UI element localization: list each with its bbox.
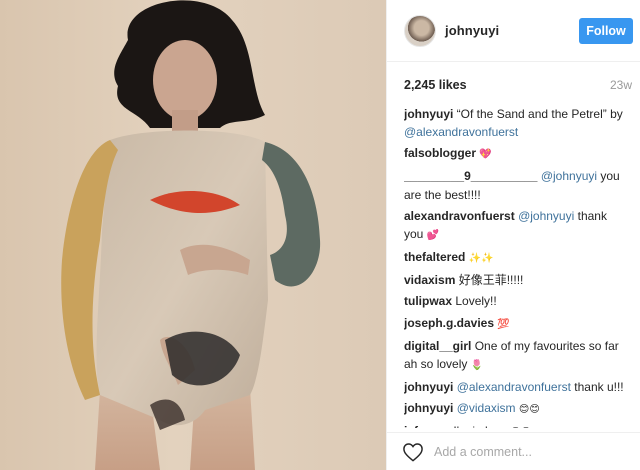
comment-text: Lovely!! [452,294,497,309]
comment-mention-link[interactable]: @alexandravonfuerst [457,380,571,394]
post-meta: 2,245 likes 23w [404,76,632,94]
comment-mention-link[interactable]: @alexandravonfuerst [404,125,518,139]
comment-username[interactable]: tulipwax [404,294,452,308]
post-age[interactable]: 23w [610,78,632,92]
comment-emoji: ✨✨ [465,253,494,265]
post-author-username[interactable]: johnyuyi [445,23,579,38]
post-header: johnyuyi Follow [387,0,640,62]
avatar[interactable] [404,14,436,47]
comment-mention-link[interactable]: @vidaxism [457,401,516,415]
comment-text: 好像王菲!!!!! [455,273,524,288]
post-sidebar: johnyuyi Follow 2,245 likes 23w johnyuyi… [386,0,640,470]
comment: vidaxism 好像王菲!!!!! [404,271,626,289]
comment: alexandravonfuerst @johnyuyi thank you 💕 [404,207,626,246]
comment-username[interactable]: vidaxism [404,273,455,287]
comment-emoji: 😍😍 [510,427,531,428]
comment-text: “Of the Sand and the Petrel” by [453,107,623,121]
comment: ivfrnces I'm in love 😍😍 [404,422,626,428]
comment-username[interactable]: digital__girl [404,339,471,353]
comment: johnyuyi @alexandravonfuerst thank u!!! [404,378,626,396]
comment-text: thank u!!! [570,380,624,395]
comment: joseph.g.davies 💯 [404,314,626,334]
add-comment-input[interactable] [434,444,624,459]
comment-emoji: 🌷 [470,359,484,371]
instagram-post: johnyuyi Follow 2,245 likes 23w johnyuyi… [0,0,640,470]
comment-username[interactable]: ivfrnces [404,424,450,428]
comment-username[interactable]: johnyuyi [404,380,453,394]
post-photo[interactable] [0,0,386,470]
comment-username[interactable]: joseph.g.davies [404,316,494,330]
comment-emoji: 💖 [476,149,492,161]
post-photo-illustration [61,0,321,470]
comment: falsoblogger 💖 [404,144,626,164]
add-comment-bar [387,432,640,470]
like-count[interactable]: 2,245 likes [404,78,467,92]
comment-mention-link[interactable]: @johnyuyi [541,169,597,183]
comment: _________9__________ @johnyuyi you are t… [404,167,626,204]
comment: tulipwax Lovely!! [404,292,626,310]
comment-emoji: 💕 [426,230,440,242]
comment-list[interactable]: johnyuyi “Of the Sand and the Petrel” by… [404,105,626,428]
comment: thefaltered ✨✨ [404,248,626,268]
comment-username[interactable]: alexandravonfuerst [404,209,515,223]
heart-outline-icon[interactable] [402,442,424,462]
comment-mention-link[interactable]: @johnyuyi [518,209,574,223]
comment: digital__girl One of my favourites so fa… [404,337,626,376]
comment-username[interactable]: _________9__________ [404,169,537,183]
comment-text: I'm in love [450,424,510,428]
follow-button[interactable]: Follow [579,17,633,44]
comment-emoji: 💯 [494,318,510,330]
comment-username[interactable]: johnyuyi [404,107,453,121]
comment-username[interactable]: thefaltered [404,250,465,264]
comment-emoji: 😊😊 [518,404,540,416]
comment: johnyuyi @vidaxism 😊😊 [404,399,626,419]
comment-username[interactable]: falsoblogger [404,146,476,160]
comment: johnyuyi “Of the Sand and the Petrel” by… [404,105,626,142]
comment-username[interactable]: johnyuyi [404,401,453,415]
